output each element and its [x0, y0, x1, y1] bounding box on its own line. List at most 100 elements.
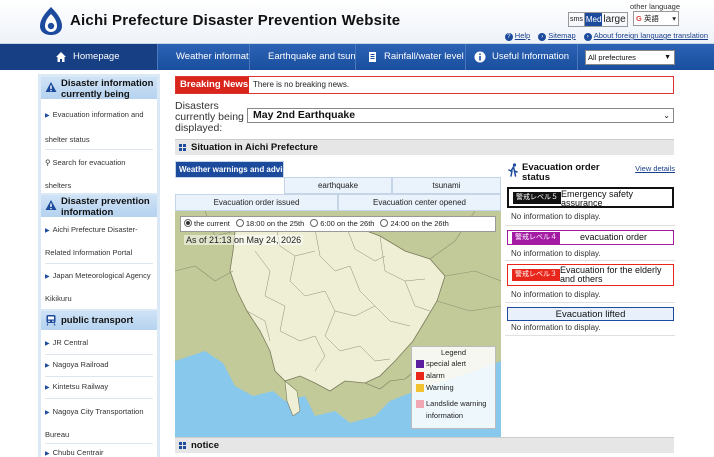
sitemap-icon: ›: [538, 33, 547, 41]
sidebar-prevention-header: Disaster prevention information: [41, 195, 157, 217]
evac-lifted-box[interactable]: Evacuation lifted: [507, 307, 674, 321]
grid-icon: [179, 442, 186, 449]
sidebar-disaster-info-panel: ▶ Evacuation information and shelter stat…: [41, 99, 157, 193]
language-select[interactable]: G 英語 ▾: [633, 11, 679, 26]
sidebar-link-search-shelters[interactable]: ⚲ Search for evacuation shelters: [45, 151, 149, 197]
site-title[interactable]: Aichi Prefecture Disaster Prevention Web…: [70, 12, 400, 29]
legend-swatch: [416, 400, 424, 408]
divider: [505, 260, 675, 261]
legend-label: special alert: [426, 359, 467, 368]
nav-weather[interactable]: Weather information: [158, 44, 250, 70]
nav-rainfall[interactable]: Rainfall/water level: [356, 44, 466, 70]
breaking-news-bar: Breaking News There is no breaking news.: [175, 76, 674, 94]
sidebar-link-chubu-centrair[interactable]: ▶ Chubu Centrair: [45, 446, 151, 457]
help-icon: ?: [504, 33, 513, 41]
divider: [505, 302, 675, 303]
tab-evacuation-center[interactable]: Evacuation center opened: [338, 194, 501, 211]
prefecture-select-value: All prefectures: [588, 53, 636, 62]
level3-label: Evacuation for the elderly and others: [560, 265, 662, 284]
radio-icon: [235, 219, 244, 227]
radio-selected-icon: [184, 219, 192, 227]
time-option-18-25th[interactable]: 18:00 on the 25th: [235, 217, 304, 231]
arrow-right-icon: ▶: [45, 385, 50, 391]
sidebar-link-jr-central[interactable]: ▶ JR Central: [45, 336, 151, 351]
nav-weather-label: Weather information: [176, 51, 249, 62]
level4-label: evacuation order: [580, 232, 648, 242]
sidebar-transport-header: public transport: [41, 311, 157, 330]
text-size-switcher: sms Med large: [568, 12, 628, 27]
arrow-right-icon: ▶: [45, 113, 50, 119]
text-size-medium-button[interactable]: Med: [584, 13, 603, 26]
radio-icon: [310, 219, 319, 227]
text-size-small-button[interactable]: sms: [569, 13, 585, 26]
nav-rainfall-label: Rainfall/water level: [384, 51, 464, 62]
level5-status: No information to display.: [511, 212, 601, 221]
tab-weather-warnings[interactable]: Weather warnings and advisories: [175, 161, 284, 178]
sidebar-link-nagoya-city-transport[interactable]: ▶ Nagoya City Transportation Bureau: [45, 401, 151, 446]
time-option-label: the current: [194, 219, 230, 228]
tab-earthquake-label: earthquake: [317, 181, 359, 190]
disaster-select-value: May 2nd Earthquake: [253, 109, 356, 121]
legend-title: Legend: [440, 348, 467, 357]
time-option-24-26th[interactable]: 24:00 on the 26th: [380, 217, 449, 231]
language-value: 英語: [643, 14, 659, 23]
evac-level4-box[interactable]: 警戒レベル４ evacuation order: [507, 230, 674, 245]
arrow-right-icon: ▶: [45, 363, 50, 369]
breaking-news-label: Breaking News: [176, 77, 249, 93]
evac-level3-box[interactable]: 警戒レベル３ Evacuation for the elderly and ot…: [507, 264, 674, 286]
sidebar-link-label: JR Central: [52, 338, 89, 347]
help-link[interactable]: ? Help: [504, 31, 530, 41]
nav-earthquake[interactable]: Earthquake and tsunami: [250, 44, 356, 70]
legend-label: alarm: [426, 371, 445, 380]
sidebar-link-label: Kintetsu Railway: [52, 382, 109, 391]
sidebar-link-label: Japan Meteorological Agency Kikikuru: [45, 271, 151, 303]
arrow-right-icon: ▶: [45, 228, 50, 234]
situation-title: Situation in Aichi Prefecture: [191, 142, 318, 153]
sidebar-link-label: Aichi Prefecture Disaster-Related Inform…: [45, 225, 138, 257]
level3-badge: 警戒レベル３: [512, 269, 560, 281]
tab-tsunami[interactable]: tsunami: [392, 177, 501, 194]
time-option-6-26th[interactable]: 6:00 on the 26th: [310, 217, 374, 231]
google-icon: G: [636, 14, 642, 23]
sidebar-link-label: Search for evacuation shelters: [45, 158, 126, 190]
time-selector: the current 18:00 on the 25th 6:00 on th…: [180, 216, 496, 232]
lifted-status: No information to display.: [511, 323, 601, 332]
sidebar-link-nagoya-railroad[interactable]: ▶ Nagoya Railroad: [45, 358, 151, 373]
sidebar-link-label: Nagoya City Transportation Bureau: [45, 407, 144, 439]
main-nav: Homepage Weather information Earthquake …: [0, 44, 714, 70]
legend-swatch: [416, 360, 424, 368]
tab-evacuation-order-label: Evacuation order issued: [213, 198, 300, 207]
foreign-language-link[interactable]: › About foreign language translation: [583, 31, 708, 41]
text-size-large-button[interactable]: large: [602, 13, 626, 26]
nav-useful-info[interactable]: Useful Information: [466, 44, 578, 70]
warning-icon: [45, 82, 57, 92]
view-details-link[interactable]: View details: [633, 164, 675, 174]
sidebar-disaster-info-header: Disaster information currently being dis…: [41, 77, 157, 99]
chevron-down-icon: ▾: [672, 14, 676, 23]
level4-status: No information to display.: [511, 249, 601, 258]
sidebar-link-kintetsu[interactable]: ▶ Kintetsu Railway: [45, 380, 151, 395]
time-option-current[interactable]: the current: [184, 217, 230, 231]
arrow-right-icon: ▶: [45, 274, 50, 280]
sitemap-link[interactable]: › Sitemap: [538, 31, 576, 41]
sidebar-link-label: Nagoya Railroad: [52, 360, 109, 369]
aichi-logo-icon[interactable]: [38, 6, 64, 36]
breaking-news-text: There is no breaking news.: [253, 80, 350, 89]
evac-level5-box[interactable]: 警戒レベル５ Emergency safety assurance: [507, 187, 674, 208]
legend-item: special alert: [412, 358, 495, 370]
sidebar-link-jma-kikikuru[interactable]: ▶ Japan Meteorological Agency Kikikuru: [45, 265, 151, 309]
level4-badge: 警戒レベル４: [512, 232, 560, 244]
nav-homepage[interactable]: Homepage: [0, 44, 158, 70]
prefecture-select[interactable]: All prefectures ▼: [585, 50, 675, 65]
sidebar-link-aichi-portal[interactable]: ▶ Aichi Prefecture Disaster-Related Infor…: [45, 219, 151, 263]
tab-evacuation-center-label: Evacuation center opened: [373, 198, 466, 207]
tab-earthquake[interactable]: earthquake: [284, 177, 392, 194]
info-icon: ›: [583, 33, 592, 41]
tab-evacuation-order[interactable]: Evacuation order issued: [175, 194, 338, 211]
warning-icon: [45, 200, 57, 210]
sidebar-link-evacuation-info[interactable]: ▶ Evacuation information and shelter stat…: [45, 103, 149, 151]
disaster-select[interactable]: May 2nd Earthquake ⌄: [247, 108, 674, 123]
home-icon: [56, 52, 66, 62]
search-icon: ⚲: [45, 158, 51, 167]
legend-label: Warning: [426, 383, 454, 392]
